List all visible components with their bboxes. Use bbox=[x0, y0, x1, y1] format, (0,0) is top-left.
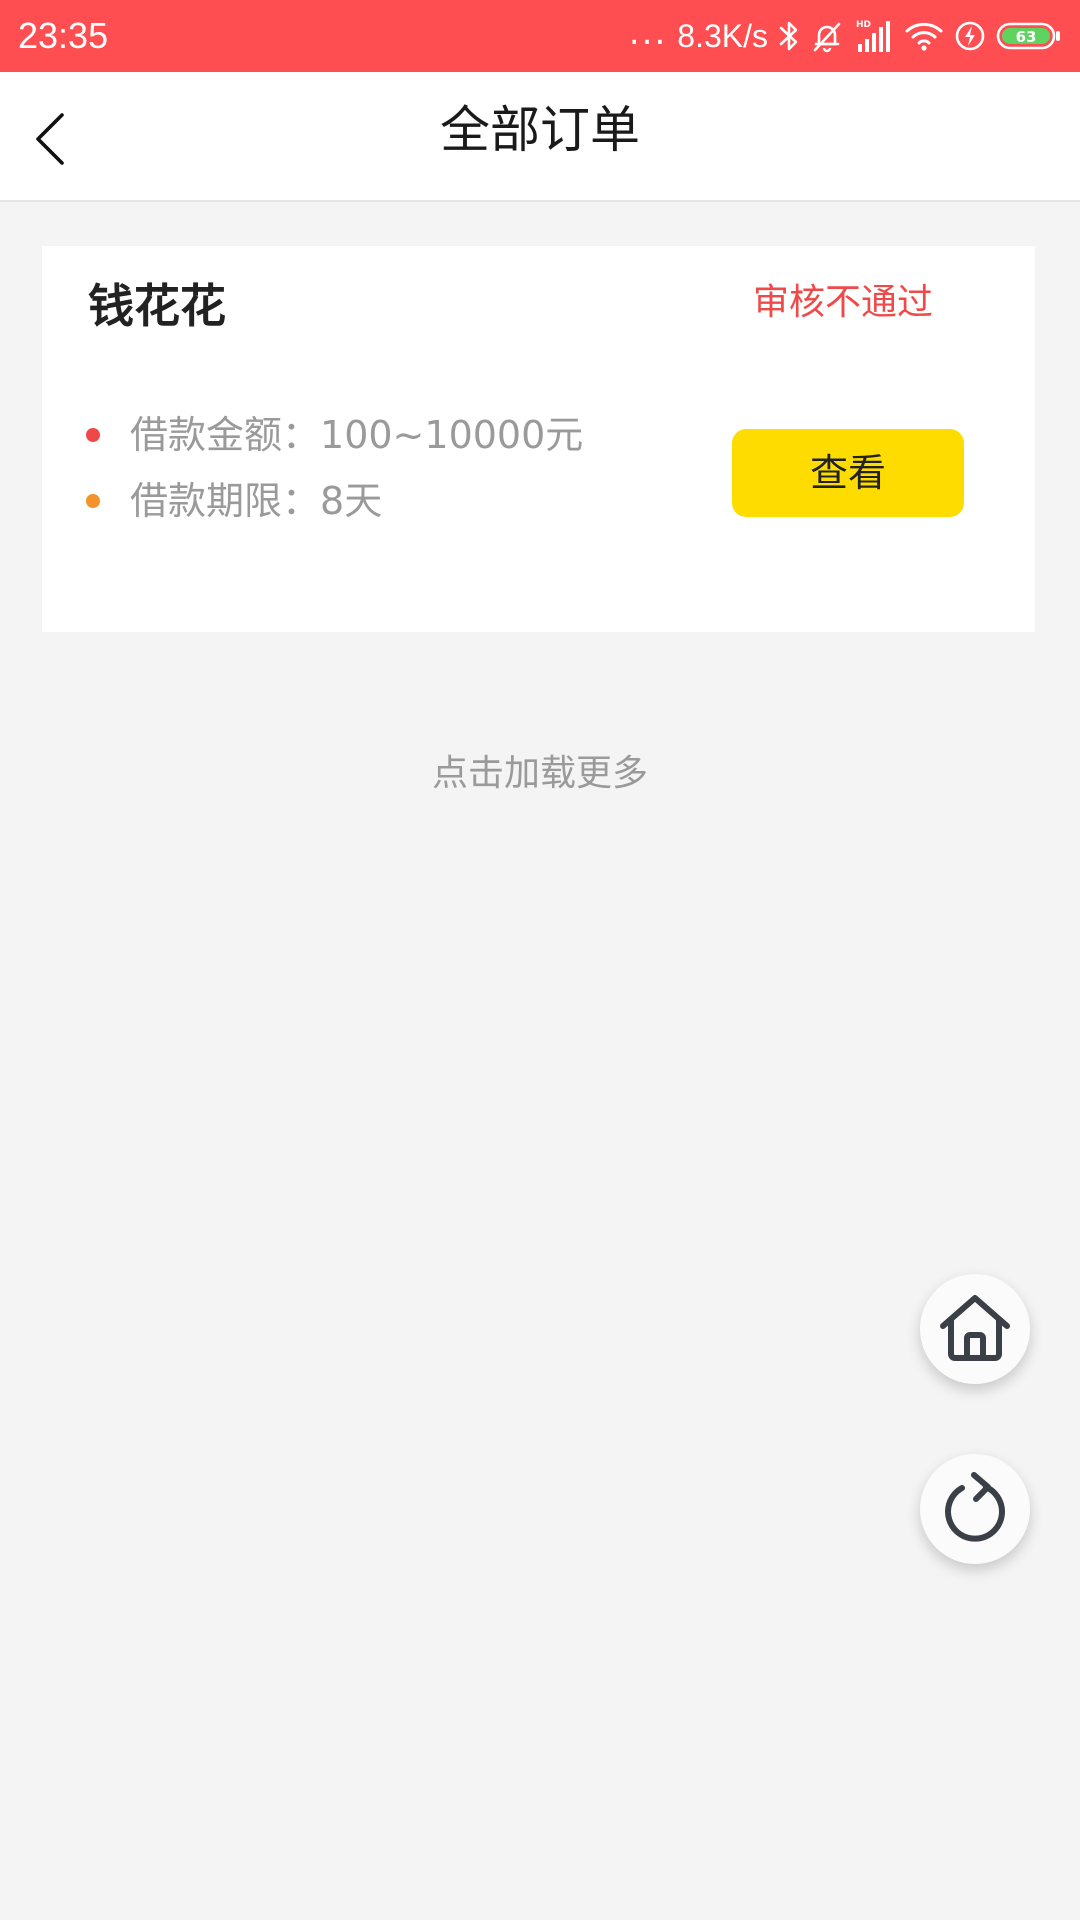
loan-term-row: 借款期限： 8天 bbox=[86, 476, 382, 526]
bullet-dot bbox=[86, 428, 100, 442]
wifi-icon bbox=[904, 20, 944, 52]
notification-dots: ... bbox=[628, 13, 668, 53]
order-card: 钱花花 审核不通过 借款金额： 100~10000元 借款期限： 8天 查看 bbox=[42, 246, 1035, 632]
loan-amount-row: 借款金额： 100~10000元 bbox=[86, 410, 583, 460]
hd-label: HD bbox=[856, 20, 871, 30]
view-button[interactable]: 查看 bbox=[732, 429, 964, 517]
bullet-dot bbox=[86, 494, 100, 508]
page-title: 全部订单 bbox=[440, 101, 640, 159]
network-speed: 8.3K/s bbox=[677, 17, 768, 54]
refresh-icon bbox=[940, 1471, 1010, 1547]
order-status: 审核不通过 bbox=[752, 282, 933, 323]
bluetooth-icon bbox=[778, 19, 800, 53]
product-name: 钱花花 bbox=[88, 279, 226, 333]
home-button[interactable] bbox=[920, 1274, 1030, 1384]
battery-icon: 63 bbox=[996, 21, 1062, 51]
alarm-off-icon bbox=[810, 19, 844, 53]
refresh-button[interactable] bbox=[920, 1454, 1030, 1564]
status-icons: ... 8.3K/s HD 63 bbox=[629, 12, 1062, 60]
loan-term-label: 借款期限： bbox=[130, 479, 321, 523]
charging-icon bbox=[954, 20, 986, 52]
loan-term-value: 8天 bbox=[320, 479, 383, 523]
loan-amount-value: 100~10000元 bbox=[320, 413, 584, 457]
header-bar: 全部订单 bbox=[0, 72, 1080, 202]
status-time: 23:35 bbox=[18, 15, 109, 56]
loan-amount-label: 借款金额： bbox=[130, 413, 321, 457]
load-more-button[interactable]: 点击加载更多 bbox=[0, 750, 1080, 798]
hd-signal-icon: HD bbox=[854, 18, 894, 54]
status-bar: 23:35 ... 8.3K/s HD 63 bbox=[0, 0, 1080, 72]
battery-level: 63 bbox=[1016, 28, 1037, 46]
home-icon bbox=[937, 1292, 1013, 1366]
